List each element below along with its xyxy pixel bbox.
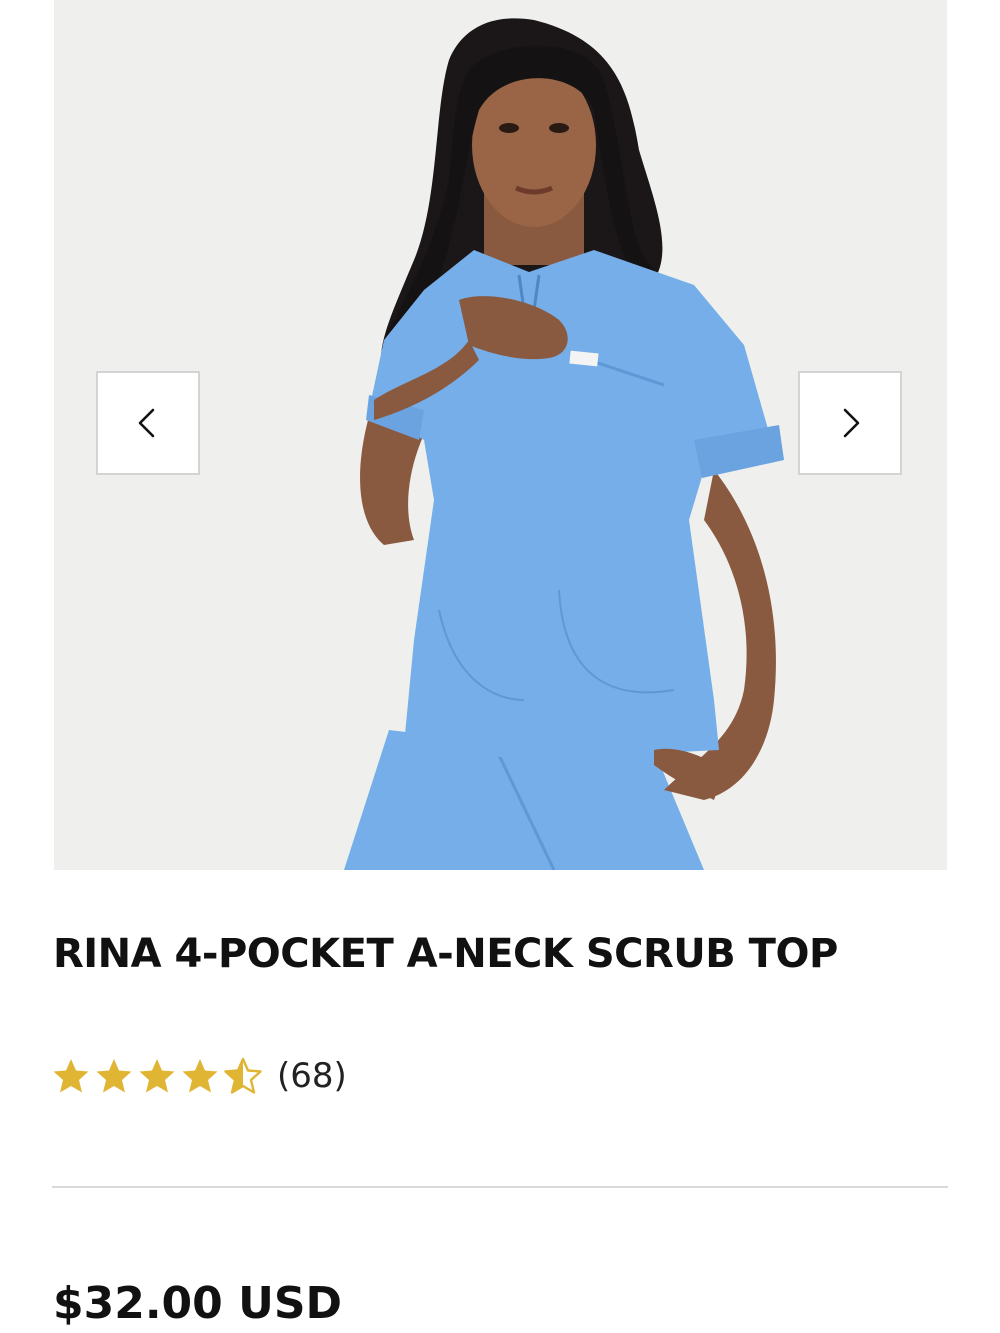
- product-page: RINA 4-POCKET A-NECK SCRUB TOP (68) $32.…: [0, 0, 1000, 1333]
- product-title: RINA 4-POCKET A-NECK SCRUB TOP: [53, 931, 838, 977]
- chevron-left-icon: [138, 408, 155, 438]
- previous-image-button[interactable]: [96, 371, 200, 475]
- rating-stars: [52, 1057, 267, 1095]
- review-count[interactable]: (68): [277, 1056, 347, 1096]
- star-full-icon: [96, 1059, 132, 1093]
- chevron-right-icon: [843, 408, 860, 438]
- star-full-icon: [53, 1059, 89, 1093]
- divider: [52, 1186, 948, 1188]
- product-rating[interactable]: (68): [52, 1054, 347, 1098]
- product-image-gallery: [54, 0, 947, 870]
- star-half-icon: [224, 1057, 262, 1094]
- star-full-icon: [182, 1059, 218, 1093]
- next-image-button[interactable]: [798, 371, 902, 475]
- product-price: $32.00 USD: [53, 1278, 343, 1329]
- star-full-icon: [139, 1059, 175, 1093]
